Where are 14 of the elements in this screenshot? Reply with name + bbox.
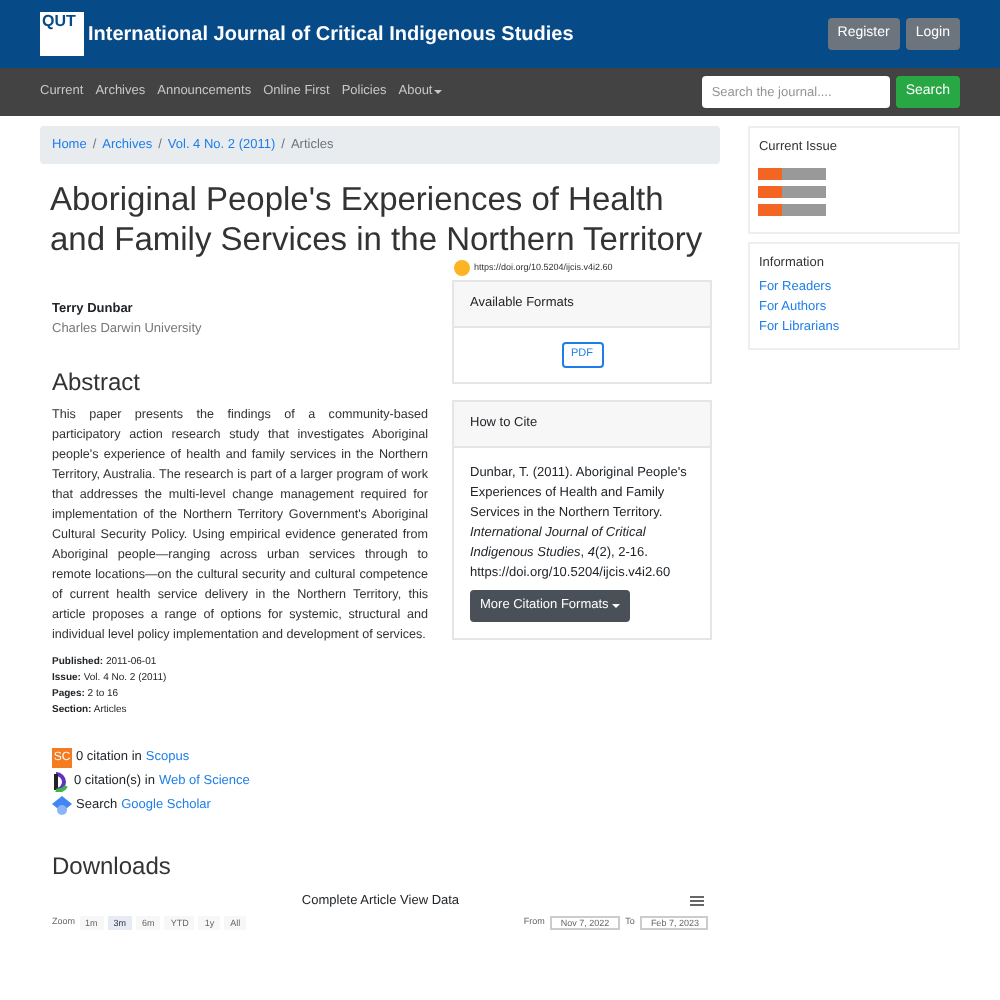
downloads-heading: Downloads [50, 849, 173, 883]
abstract-heading: Abstract [52, 365, 143, 399]
menu-icon[interactable] [690, 895, 705, 907]
journal-title[interactable]: International Journal of Critical Indigenous Studies [88, 19, 574, 49]
feed-badge-icon[interactable] [758, 185, 827, 198]
caret-icon [434, 90, 443, 94]
article-title: Aboriginal People's Experiences of Health and Family Services in the Northern Territory [48, 180, 705, 260]
graduation-cap-icon [52, 795, 72, 815]
ring-icon [52, 771, 70, 791]
feed-badge-icon[interactable] [758, 167, 827, 180]
doi-icon [454, 260, 470, 276]
logo[interactable]: QUT [40, 12, 84, 56]
caret-icon [612, 603, 621, 607]
feed-badge-icon[interactable] [758, 203, 827, 216]
